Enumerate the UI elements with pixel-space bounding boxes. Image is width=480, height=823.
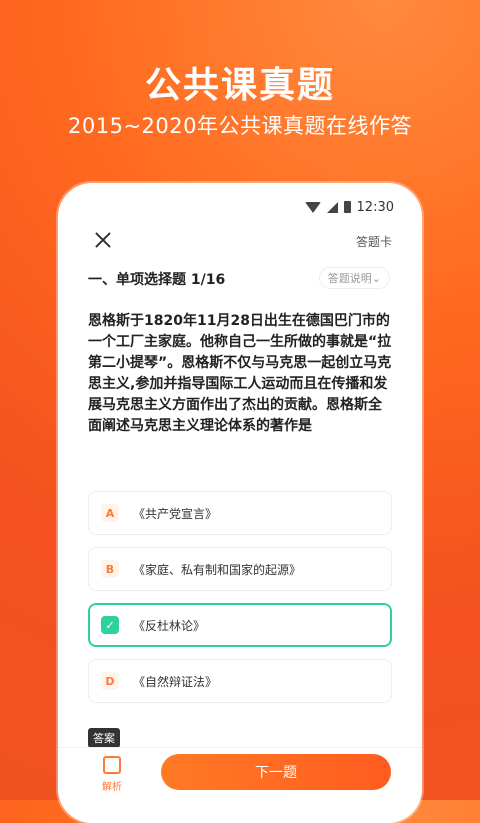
- next-question-button[interactable]: 下一题: [161, 754, 391, 790]
- status-bar: 12:30: [304, 197, 394, 217]
- analysis-label: 解析: [102, 782, 122, 793]
- banner-title: 公共课真题: [144, 65, 335, 106]
- option-text: 《共产党宣言》: [133, 506, 218, 521]
- option-text: 《自然辩证法》: [133, 674, 218, 689]
- option-list: A 《共产党宣言》 B 《家庭、私有制和国家的起源》 ✓ 《反杜林论》 D 《自…: [88, 491, 392, 715]
- check-icon: ✓: [101, 616, 119, 634]
- question-text: 恩格斯于1820年11月28日出生在德国巴门市的一个工厂主家庭。他称自己一生所做…: [88, 313, 392, 434]
- option-letter: B: [101, 560, 119, 578]
- option-d[interactable]: D 《自然辩证法》: [88, 659, 392, 703]
- top-bar: 答题卡: [58, 227, 422, 257]
- analysis-icon: [103, 756, 121, 774]
- bottom-bar: 解析 下一题: [58, 747, 422, 823]
- phone-screen: 12:30 答题卡 一、单项选择题 1/16 答题说明⌄ 恩格斯于1820年11…: [58, 183, 422, 823]
- answer-card-button[interactable]: 答题卡: [356, 233, 392, 250]
- option-a[interactable]: A 《共产党宣言》: [88, 491, 392, 535]
- section-title: 一、单项选择题 1/16: [88, 272, 226, 288]
- option-text: 《家庭、私有制和国家的起源》: [133, 562, 302, 577]
- banner-subtitle: 2015~2020年公共课真题在线作答: [68, 114, 412, 138]
- signal-icon: [326, 201, 338, 213]
- status-time: 12:30: [356, 199, 394, 215]
- close-icon[interactable]: [92, 229, 114, 251]
- option-letter: A: [101, 504, 119, 522]
- option-b[interactable]: B 《家庭、私有制和国家的起源》: [88, 547, 392, 591]
- answer-badge: 答案: [88, 728, 120, 748]
- battery-icon: [343, 201, 351, 213]
- wifi-icon: [304, 201, 321, 213]
- analysis-button[interactable]: 解析: [96, 756, 128, 793]
- answer-instructions-button[interactable]: 答题说明⌄: [318, 267, 390, 289]
- option-c[interactable]: ✓ 《反杜林论》: [88, 603, 392, 647]
- option-letter: D: [101, 672, 119, 690]
- option-text: 《反杜林论》: [133, 618, 206, 633]
